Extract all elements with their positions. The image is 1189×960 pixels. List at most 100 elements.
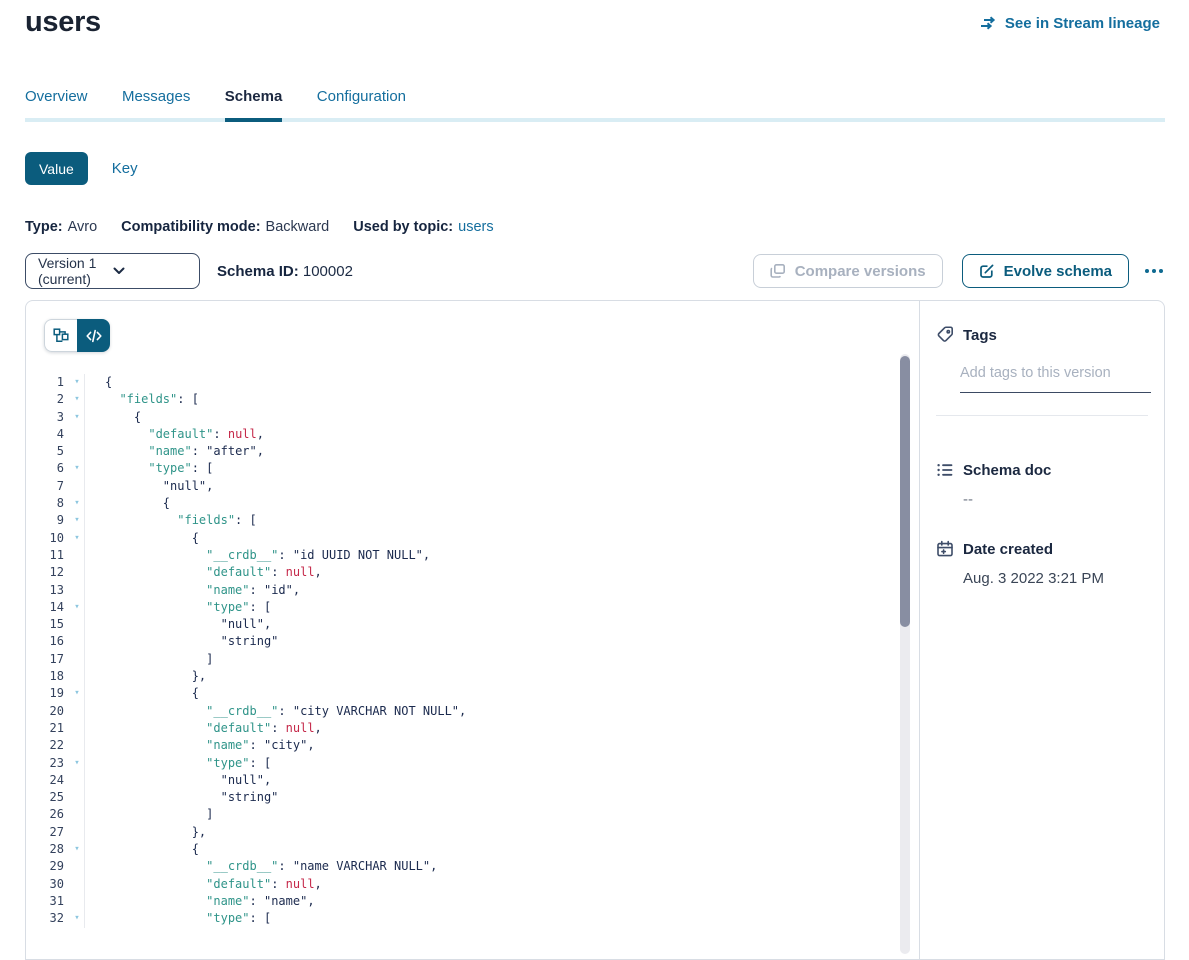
code-text: "default": null,	[84, 426, 899, 443]
code-line: 5 "name": "after",	[26, 443, 899, 460]
fold-spacer	[70, 876, 84, 893]
fold-toggle-icon[interactable]: ▾	[70, 599, 84, 616]
code-text: "name": "id",	[84, 582, 899, 599]
code-line: 23▾ "type": [	[26, 755, 899, 772]
sidebar-divider	[936, 415, 1148, 416]
value-tab-button[interactable]: Value	[25, 152, 88, 185]
fold-toggle-icon[interactable]: ▾	[70, 374, 84, 391]
fold-toggle-icon[interactable]: ▾	[70, 391, 84, 408]
line-number: 12	[36, 564, 64, 581]
fold-spacer	[70, 582, 84, 599]
line-number: 23	[36, 755, 64, 772]
fold-toggle-icon[interactable]: ▾	[70, 841, 84, 858]
fold-toggle-icon[interactable]: ▾	[70, 409, 84, 426]
compare-versions-icon	[770, 263, 786, 279]
schema-code-panel: 1▾{2▾ "fields": [3▾ {4 "default": null,5…	[26, 301, 919, 959]
code-line: 27 },	[26, 824, 899, 841]
tab-messages[interactable]: Messages	[122, 88, 190, 118]
schema-doc-value: --	[963, 491, 1148, 508]
code-text: "__crdb__": "id UUID NOT NULL",	[84, 547, 899, 564]
see-in-stream-lineage-link[interactable]: See in Stream lineage	[979, 14, 1160, 32]
compare-versions-button[interactable]: Compare versions	[753, 254, 943, 288]
fold-toggle-icon[interactable]: ▾	[70, 755, 84, 772]
version-select[interactable]: Version 1 (current)	[25, 253, 200, 289]
line-number: 16	[36, 633, 64, 650]
code-text: "name": "after",	[84, 443, 899, 460]
fold-spacer	[70, 443, 84, 460]
fold-spacer	[70, 668, 84, 685]
code-line: 21 "default": null,	[26, 720, 899, 737]
fold-spacer	[70, 703, 84, 720]
line-number: 28	[36, 841, 64, 858]
fold-toggle-icon[interactable]: ▾	[70, 685, 84, 702]
code-line: 7 "null",	[26, 478, 899, 495]
tag-icon	[936, 326, 954, 344]
line-number: 5	[36, 443, 64, 460]
fold-toggle-icon[interactable]: ▾	[70, 512, 84, 529]
fold-toggle-icon[interactable]: ▾	[70, 530, 84, 547]
code-line: 24 "null",	[26, 772, 899, 789]
line-number: 14	[36, 599, 64, 616]
code-line: 30 "default": null,	[26, 876, 899, 893]
line-number: 3	[36, 409, 64, 426]
tab-schema[interactable]: Schema	[225, 88, 283, 122]
tab-configuration[interactable]: Configuration	[317, 88, 406, 118]
value-key-toggle: Value Key	[25, 152, 138, 185]
code-text: "string"	[84, 789, 899, 806]
code-text: "default": null,	[84, 564, 899, 581]
code-line: 22 "name": "city",	[26, 737, 899, 754]
fold-spacer	[70, 893, 84, 910]
code-text: "string"	[84, 633, 899, 650]
fold-spacer	[70, 478, 84, 495]
code-line: 17 ]	[26, 651, 899, 668]
schema-sidebar: Tags Schema doc --	[919, 301, 1164, 959]
view-toggle	[44, 319, 110, 352]
line-number: 31	[36, 893, 64, 910]
tree-view-button[interactable]	[44, 319, 77, 352]
code-line: 3▾ {	[26, 409, 899, 426]
code-line: 25 "string"	[26, 789, 899, 806]
line-number: 13	[36, 582, 64, 599]
fold-spacer	[70, 633, 84, 650]
key-tab-button[interactable]: Key	[112, 160, 138, 177]
code-text: "null",	[84, 616, 899, 633]
code-line: 9▾ "fields": [	[26, 512, 899, 529]
tab-bar: Overview Messages Schema Configuration	[25, 88, 1165, 122]
add-tags-input[interactable]	[960, 365, 1151, 393]
code-text: "type": [	[84, 910, 899, 927]
line-number: 4	[36, 426, 64, 443]
code-scrollbar[interactable]	[900, 354, 910, 954]
code-text: {	[84, 530, 899, 547]
code-text: "fields": [	[84, 391, 899, 408]
code-text: ]	[84, 651, 899, 668]
fold-spacer	[70, 547, 84, 564]
code-view-icon	[86, 329, 102, 343]
evolve-schema-button[interactable]: Evolve schema	[962, 254, 1129, 288]
code-view-button[interactable]	[77, 319, 110, 352]
line-number: 18	[36, 668, 64, 685]
code-text: "type": [	[84, 460, 899, 477]
code-text: {	[84, 685, 899, 702]
line-number: 19	[36, 685, 64, 702]
fold-toggle-icon[interactable]: ▾	[70, 460, 84, 477]
line-number: 22	[36, 737, 64, 754]
scrollbar-thumb[interactable]	[900, 356, 910, 627]
schema-doc-title: Schema doc	[963, 462, 1051, 479]
line-number: 7	[36, 478, 64, 495]
fold-spacer	[70, 720, 84, 737]
fold-toggle-icon[interactable]: ▾	[70, 495, 84, 512]
line-number: 24	[36, 772, 64, 789]
code-text: {	[84, 841, 899, 858]
topic-link[interactable]: users	[458, 219, 493, 235]
fold-toggle-icon[interactable]: ▾	[70, 910, 84, 927]
type-value: Avro	[68, 219, 98, 235]
code-line: 14▾ "type": [	[26, 599, 899, 616]
code-line: 8▾ {	[26, 495, 899, 512]
code-text: "__crdb__": "city VARCHAR NOT NULL",	[84, 703, 899, 720]
compatibility-label: Compatibility mode:	[121, 219, 260, 235]
tab-overview[interactable]: Overview	[25, 88, 88, 118]
schema-id: Schema ID: 100002	[217, 263, 353, 280]
fold-spacer	[70, 806, 84, 823]
compatibility-value: Backward	[266, 219, 330, 235]
more-options-button[interactable]	[1143, 263, 1165, 279]
